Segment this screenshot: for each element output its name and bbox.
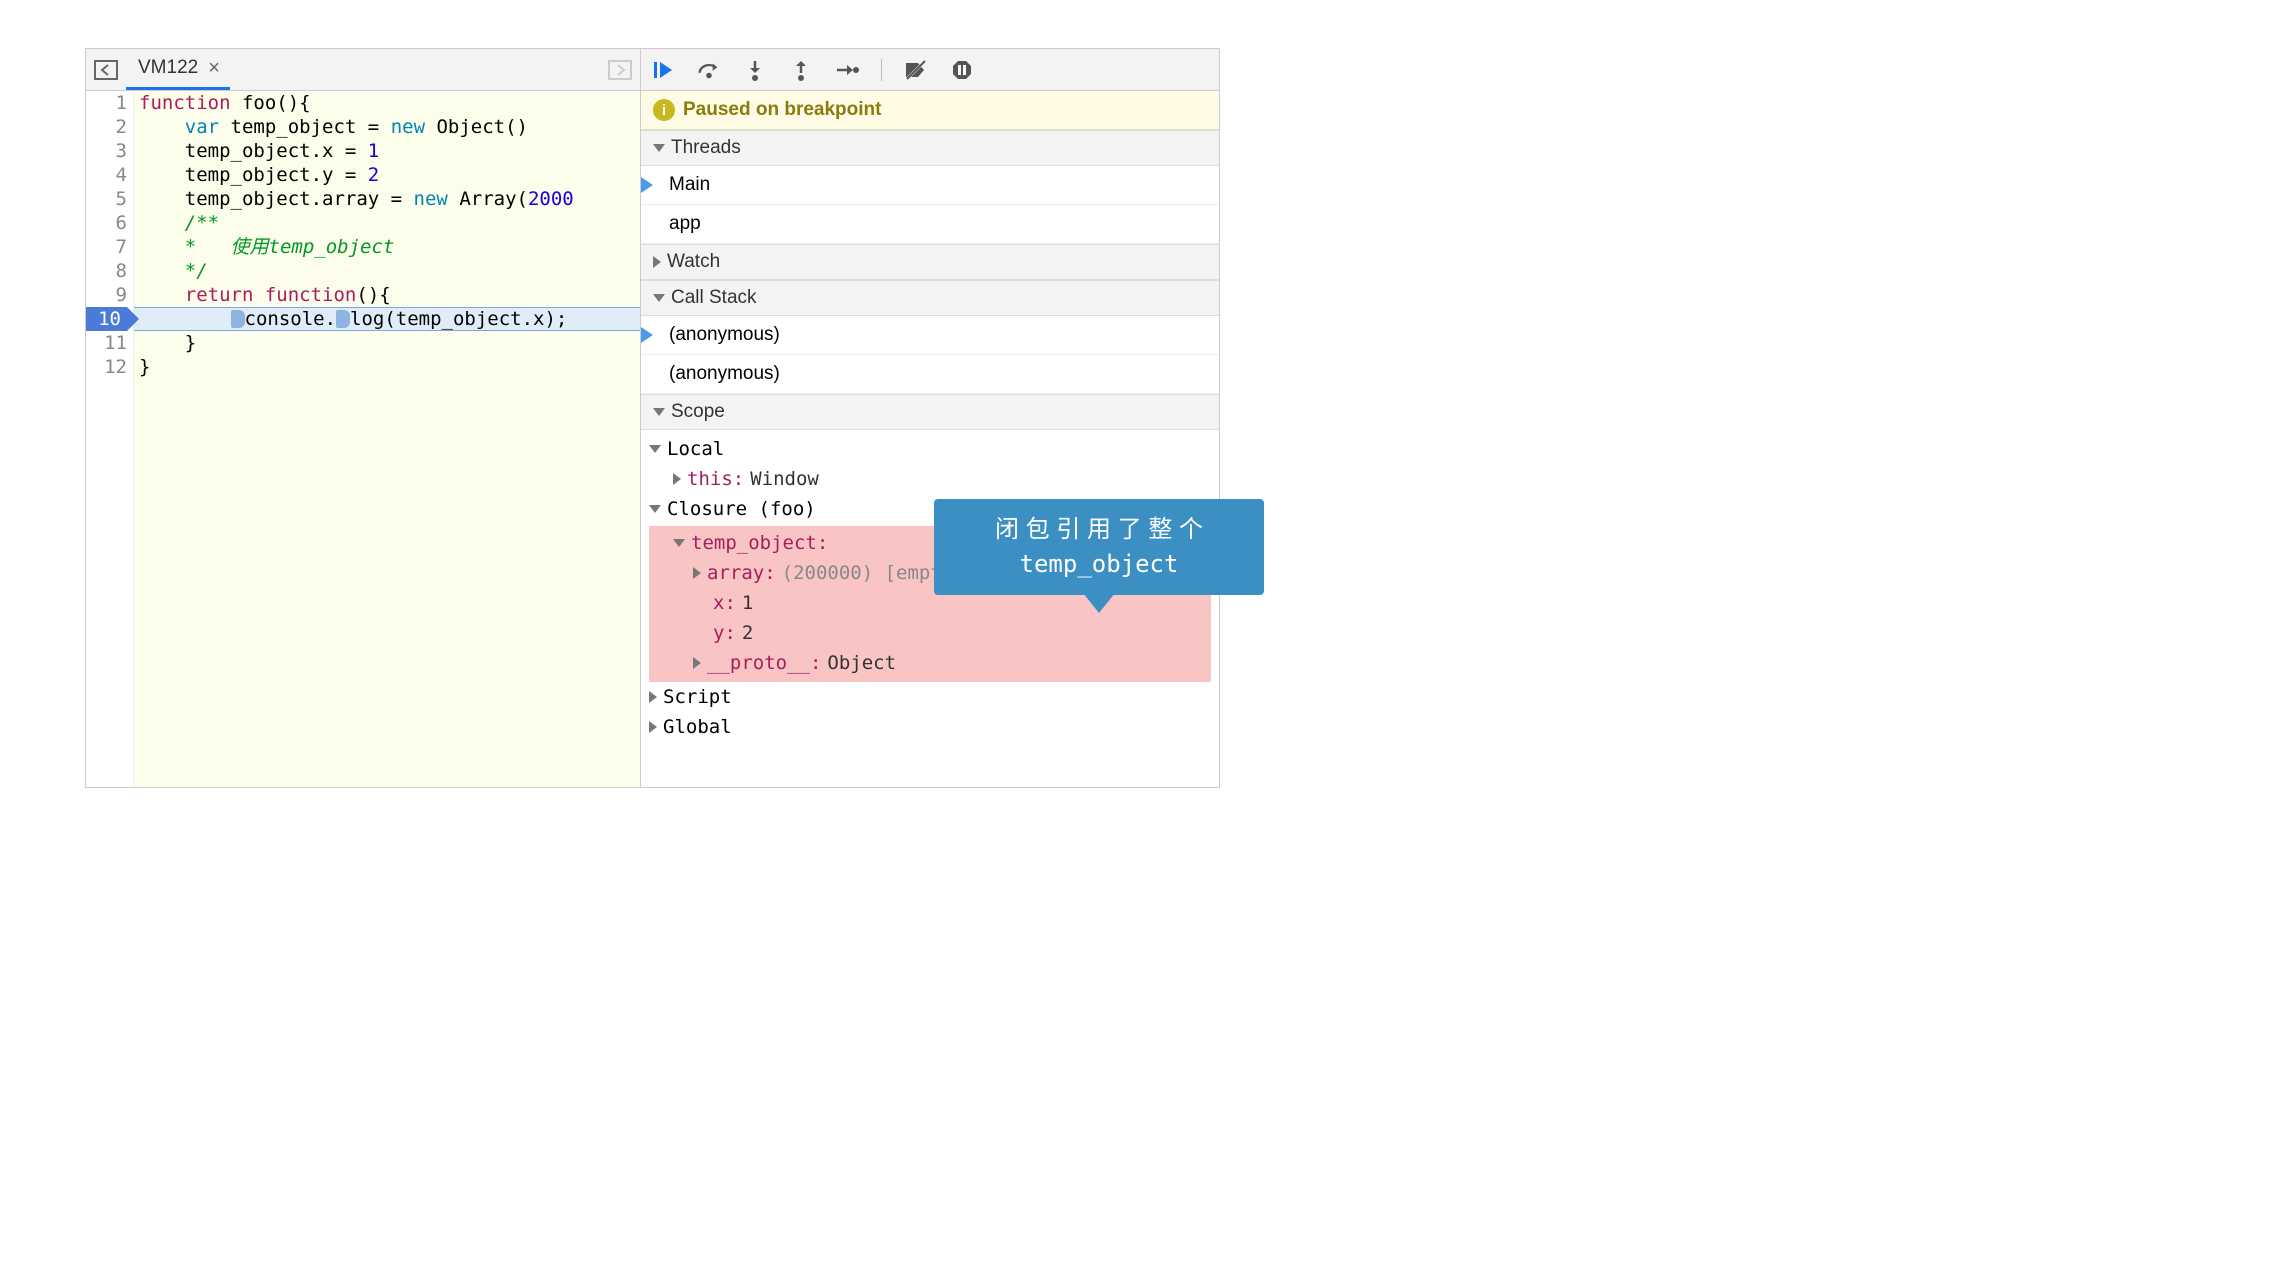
x-value: 1 — [742, 588, 753, 618]
scope-script[interactable]: Script — [649, 682, 1211, 712]
triangle-right-icon — [693, 567, 701, 579]
scope-global[interactable]: Global — [649, 712, 1211, 742]
thread-row[interactable]: app — [641, 205, 1219, 244]
scope-script-label: Script — [663, 682, 732, 712]
exec-mark-icon — [336, 310, 350, 328]
breakpoint-marker[interactable]: 10 — [86, 307, 127, 331]
proto-prop-row[interactable]: __proto__: Object — [649, 648, 1211, 678]
deactivate-breakpoints-button[interactable] — [904, 58, 928, 82]
callstack-title: Call Stack — [671, 287, 757, 309]
triangle-right-icon — [649, 691, 657, 703]
scope-local-label: Local — [667, 434, 724, 464]
callstack-header[interactable]: Call Stack — [641, 280, 1219, 316]
split-panels: VM122 × 1234 5678 910 1112 function foo(… — [86, 49, 1219, 787]
resume-button[interactable] — [651, 58, 675, 82]
scope-local[interactable]: Local — [649, 434, 1211, 464]
devtools-panel: VM122 × 1234 5678 910 1112 function foo(… — [85, 48, 1220, 788]
y-label: y: — [713, 618, 736, 648]
triangle-down-icon — [673, 539, 685, 547]
paused-banner: i Paused on breakpoint — [641, 91, 1219, 130]
triangle-down-icon — [649, 505, 661, 513]
step-out-button[interactable] — [789, 58, 813, 82]
prop-this-value: Window — [750, 464, 819, 494]
step-into-button[interactable] — [743, 58, 767, 82]
thread-name: app — [669, 213, 701, 235]
proto-label: __proto__: — [707, 648, 821, 678]
triangle-down-icon — [653, 144, 665, 152]
frame-name: (anonymous) — [669, 324, 780, 346]
scope-title: Scope — [671, 401, 725, 423]
threads-body: Main app — [641, 166, 1219, 244]
annotation-line2: temp_object — [952, 547, 1246, 581]
triangle-right-icon — [673, 473, 681, 485]
stack-frame[interactable]: (anonymous) — [641, 316, 1219, 355]
nav-forward-button[interactable] — [606, 56, 634, 84]
threads-title: Threads — [671, 137, 741, 159]
source-tabbar: VM122 × — [86, 49, 640, 91]
debug-toolbar — [641, 49, 1219, 91]
info-icon: i — [653, 99, 675, 121]
x-label: x: — [713, 588, 736, 618]
thread-name: Main — [669, 174, 710, 196]
close-icon[interactable]: × — [208, 57, 220, 80]
triangle-right-icon — [649, 721, 657, 733]
annotation-balloon: 闭 包 引 用 了 整 个 temp_object — [934, 499, 1264, 595]
scope-closure-label: Closure (foo) — [667, 494, 816, 524]
pause-exceptions-button[interactable] — [950, 58, 974, 82]
toolbar-divider — [881, 59, 882, 81]
tab-label: VM122 — [138, 57, 198, 79]
y-prop-row[interactable]: y: 2 — [649, 618, 1211, 648]
prop-this: this: — [687, 464, 744, 494]
triangle-right-icon — [693, 657, 701, 669]
source-pane: VM122 × 1234 5678 910 1112 function foo(… — [86, 49, 641, 787]
exec-mark-icon — [231, 310, 245, 328]
watch-header[interactable]: Watch — [641, 244, 1219, 280]
callstack-body: (anonymous) (anonymous) — [641, 316, 1219, 394]
debugger-pane: i Paused on breakpoint Threads Main app … — [641, 49, 1219, 787]
annotation-line1: 闭 包 引 用 了 整 个 — [952, 513, 1246, 547]
stack-frame[interactable]: (anonymous) — [641, 355, 1219, 394]
triangle-down-icon — [653, 294, 665, 302]
paused-text: Paused on breakpoint — [683, 99, 881, 121]
thread-row[interactable]: Main — [641, 166, 1219, 205]
y-value: 2 — [742, 618, 753, 648]
threads-header[interactable]: Threads — [641, 130, 1219, 166]
step-over-button[interactable] — [697, 58, 721, 82]
current-exec-line: console.log(temp_object.x); — [134, 307, 640, 331]
triangle-right-icon — [653, 256, 661, 268]
line-gutter: 1234 5678 910 1112 — [86, 91, 134, 787]
scope-header[interactable]: Scope — [641, 394, 1219, 430]
triangle-down-icon — [653, 408, 665, 416]
triangle-down-icon — [649, 445, 661, 453]
proto-value: Object — [827, 648, 896, 678]
scope-global-label: Global — [663, 712, 732, 742]
array-label: array: — [707, 558, 776, 588]
scope-this[interactable]: this: Window — [649, 464, 1211, 494]
watch-title: Watch — [667, 251, 720, 273]
temp-object-label: temp_object: — [691, 528, 828, 558]
nav-back-button[interactable] — [92, 56, 120, 84]
code-editor[interactable]: 1234 5678 910 1112 function foo(){ var t… — [86, 91, 640, 787]
code-area: function foo(){ var temp_object = new Ob… — [134, 91, 640, 787]
source-tab-active[interactable]: VM122 × — [126, 49, 230, 90]
frame-name: (anonymous) — [669, 363, 780, 385]
step-button[interactable] — [835, 58, 859, 82]
